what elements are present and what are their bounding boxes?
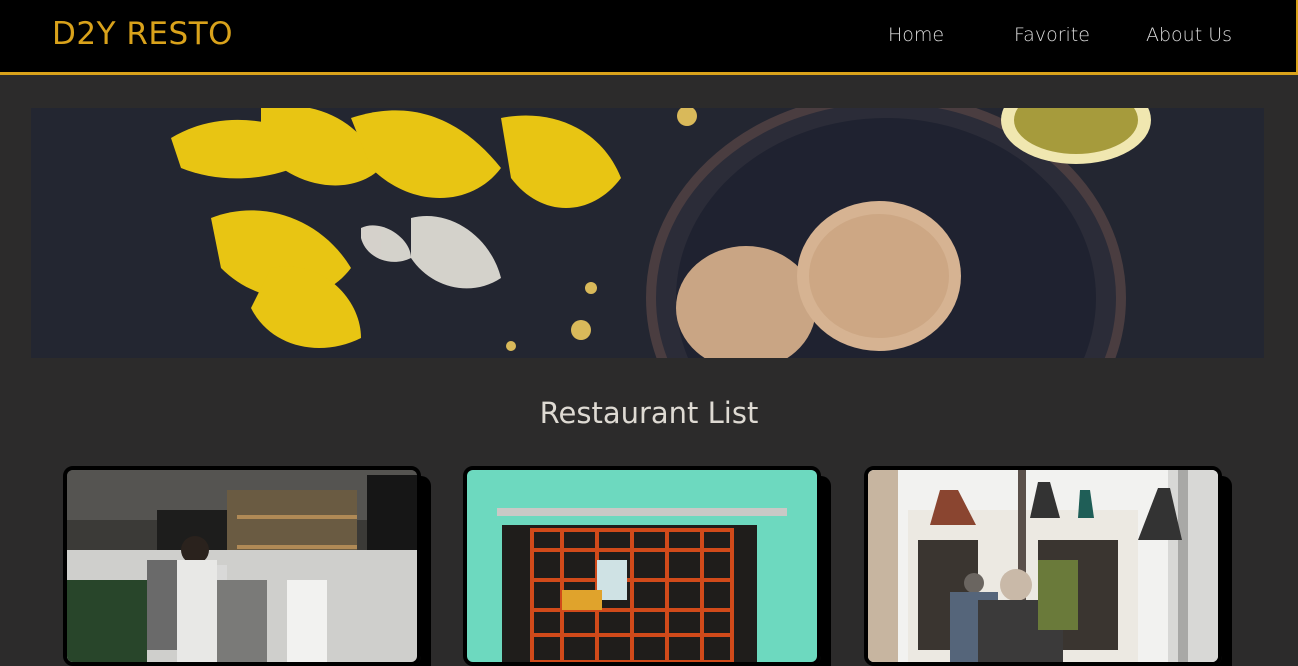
restaurant-card[interactable] <box>63 466 421 666</box>
nav-about-link[interactable]: About Us <box>1146 24 1232 46</box>
navbar: D2Y RESTO Home Favorite About Us <box>0 0 1298 75</box>
section-title: Restaurant List <box>539 396 759 430</box>
restaurant-card[interactable] <box>463 466 821 666</box>
restaurant-card[interactable] <box>864 466 1222 666</box>
brand-logo[interactable]: D2Y RESTO <box>52 16 233 52</box>
nav-favorite-link[interactable]: Favorite <box>1014 24 1090 46</box>
hero-image <box>31 108 1264 358</box>
restaurant-image <box>467 470 817 662</box>
nav-home-link[interactable]: Home <box>888 24 944 46</box>
restaurant-image <box>868 470 1218 662</box>
restaurant-image <box>67 470 417 662</box>
